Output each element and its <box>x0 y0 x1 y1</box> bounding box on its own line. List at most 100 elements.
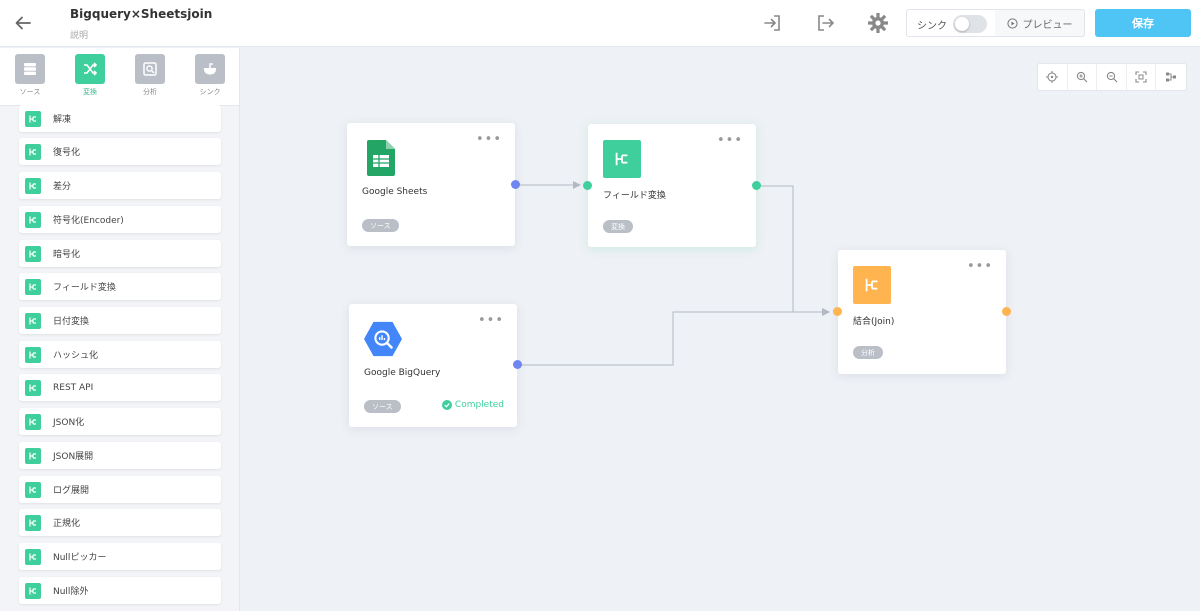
palette-item-label: 正規化 <box>53 519 81 529</box>
auto-layout-button[interactable] <box>1156 64 1186 90</box>
sync-toggle[interactable] <box>953 15 987 33</box>
fit-view-button[interactable] <box>1127 64 1157 90</box>
node-type-badge: ソース <box>362 219 399 232</box>
tab-transform-label: 変換 <box>83 88 97 96</box>
analytics-icon <box>135 54 165 84</box>
transform-node-icon <box>25 211 41 228</box>
transform-node-icon <box>25 312 41 329</box>
back-button[interactable] <box>10 10 36 36</box>
settings-button[interactable] <box>867 12 889 34</box>
output-port[interactable] <box>1002 307 1011 316</box>
node-field-transform[interactable]: ••• フィールド変換 変換 <box>583 124 761 247</box>
node-title: Google BigQuery <box>364 368 441 378</box>
palette-item[interactable]: 差分 <box>19 172 221 199</box>
node-title: Google Sheets <box>362 187 428 197</box>
toggle-knob <box>955 17 969 31</box>
zoom-in-icon <box>1076 71 1088 83</box>
pipeline-title[interactable]: Bigquery×Sheetsjoin <box>70 7 212 21</box>
sync-label: シンク <box>917 21 947 32</box>
palette-item-label: 差分 <box>53 182 72 192</box>
play-circle-icon <box>1006 17 1018 29</box>
tree-layout-icon <box>1166 72 1177 82</box>
transform-node-icon <box>25 514 41 531</box>
node-google-bigquery[interactable]: ••• Google BigQuery ソース Completed <box>349 304 522 427</box>
palette-item-label: 符号化(Encoder) <box>53 216 124 226</box>
zoom-out-button[interactable] <box>1097 64 1127 90</box>
input-port[interactable] <box>583 181 592 190</box>
preview-label: プレビュー <box>1022 19 1073 31</box>
zoom-in-button[interactable] <box>1068 64 1098 90</box>
palette-item-label: ログ展開 <box>53 486 90 496</box>
palette-item-label: 暗号化 <box>53 250 81 260</box>
check-circle-icon <box>441 400 452 410</box>
palette-item-label: フィールド変換 <box>53 283 116 293</box>
tab-source-label: ソース <box>19 88 41 96</box>
transform-node-icon <box>25 278 41 295</box>
tab-transform[interactable]: 変換 <box>70 54 110 97</box>
palette-item-label: REST API <box>53 382 94 393</box>
join-node-icon <box>853 266 891 304</box>
sign-in-icon <box>764 15 780 31</box>
fit-screen-icon <box>1135 71 1147 83</box>
node-join[interactable]: ••• 結合(Join) 分析 <box>833 250 1011 374</box>
transform-node-icon <box>25 413 41 430</box>
tab-sink[interactable]: シンク <box>190 54 230 97</box>
save-button[interactable]: 保存 <box>1095 9 1191 37</box>
transform-node-icon <box>25 177 41 194</box>
bigquery-icon <box>364 320 402 358</box>
node-title: フィールド変換 <box>603 191 666 201</box>
node-menu-button[interactable]: ••• <box>967 260 993 273</box>
palette-item[interactable]: 解凍 <box>19 105 221 132</box>
palette-item-label: 復号化 <box>53 148 81 158</box>
export-button[interactable] <box>814 12 836 34</box>
zoom-out-icon <box>1106 71 1117 83</box>
shuffle-icon <box>75 54 105 84</box>
palette-item[interactable]: ハッシュ化 <box>19 341 221 368</box>
edge-field-transform-to-join[interactable] <box>756 185 830 316</box>
node-menu-button[interactable]: ••• <box>717 134 743 147</box>
preview-button[interactable]: プレビュー <box>995 9 1085 37</box>
arrow-left-icon <box>15 16 31 30</box>
node-menu-button[interactable]: ••• <box>478 314 504 327</box>
palette-item[interactable]: 正規化 <box>19 509 221 536</box>
canvas-toolbar <box>1037 63 1187 91</box>
palette-item-label: 解凍 <box>53 115 72 125</box>
google-sheets-icon <box>362 139 400 177</box>
transform-node-icon <box>25 379 41 396</box>
pipeline-description[interactable]: 説明 <box>70 28 88 41</box>
node-type-badge: 変換 <box>603 220 633 233</box>
palette-item[interactable]: フィールド変換 <box>19 273 221 300</box>
app-header: Bigquery×Sheetsjoin 説明 シンク プレビュー 保存 <box>0 0 1200 47</box>
palette-item[interactable]: Null除外 <box>19 577 221 604</box>
palette-item[interactable]: JSON化 <box>19 408 221 435</box>
node-google-sheets[interactable]: ••• Google Sheets ソース <box>347 123 520 246</box>
pipeline-canvas[interactable]: ••• Google Sheets ソース ••• フィールド変換 変換 •••… <box>241 48 1200 611</box>
input-port[interactable] <box>833 307 842 316</box>
palette-item[interactable]: Nullピッカー <box>19 543 221 570</box>
tab-source[interactable]: ソース <box>10 54 50 97</box>
palette-item[interactable]: 暗号化 <box>19 240 221 267</box>
palette-item[interactable]: 符号化(Encoder) <box>19 206 221 233</box>
tab-analysis[interactable]: 分析 <box>130 54 170 97</box>
node-menu-button[interactable]: ••• <box>476 133 502 146</box>
edge-bigquery-to-join[interactable] <box>517 308 830 366</box>
output-port[interactable] <box>752 181 761 190</box>
palette-item[interactable]: 復号化 <box>19 138 221 165</box>
output-port[interactable] <box>511 180 520 189</box>
node-palette-sidebar: ソース 変換 分析 シンク 解凍 復号化 差分 符号化(Encoder) 暗号化… <box>0 48 240 611</box>
transform-node-icon <box>603 140 641 178</box>
node-title: 結合(Join) <box>853 317 895 327</box>
palette-item-label: JSON化 <box>53 418 85 428</box>
output-port[interactable] <box>513 360 522 369</box>
node-type-badge: 分析 <box>853 346 883 359</box>
palette-item[interactable]: ログ展開 <box>19 476 221 503</box>
transform-node-icon <box>25 447 41 464</box>
import-button[interactable] <box>762 12 784 34</box>
transform-node-icon <box>25 582 41 599</box>
palette-item[interactable]: REST API <box>19 374 221 401</box>
recenter-button[interactable] <box>1038 64 1068 90</box>
palette-item[interactable]: 日付変換 <box>19 307 221 334</box>
palette-item-label: Nullピッカー <box>53 553 107 563</box>
palette-item[interactable]: JSON展開 <box>19 442 221 469</box>
gear-icon <box>868 13 888 33</box>
